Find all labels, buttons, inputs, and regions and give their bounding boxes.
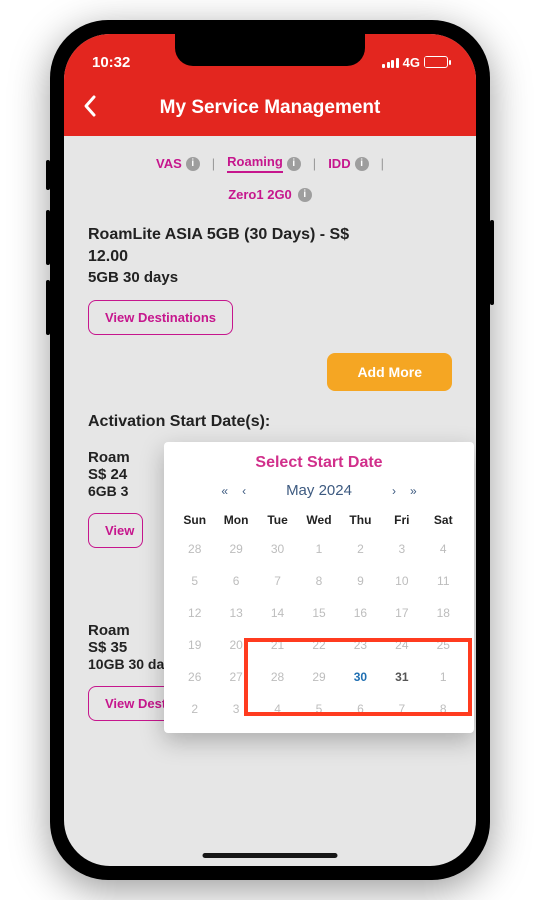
calendar-day[interactable]: 2 bbox=[174, 693, 215, 725]
calendar-day[interactable]: 29 bbox=[298, 661, 339, 693]
calendar-day[interactable]: 21 bbox=[257, 629, 298, 661]
tab-separator: | bbox=[381, 156, 384, 171]
calendar-last-button[interactable]: » bbox=[410, 484, 417, 498]
tab-separator: | bbox=[212, 156, 215, 171]
calendar-day[interactable]: 7 bbox=[257, 565, 298, 597]
side-button bbox=[46, 280, 50, 335]
calendar-dow: Thu bbox=[340, 507, 381, 533]
calendar-dow: Tue bbox=[257, 507, 298, 533]
calendar-day[interactable]: 30 bbox=[257, 533, 298, 565]
calendar-day[interactable]: 3 bbox=[215, 693, 256, 725]
calendar-day[interactable]: 16 bbox=[340, 597, 381, 629]
calendar-day[interactable]: 17 bbox=[381, 597, 422, 629]
side-button bbox=[46, 160, 50, 190]
calendar-month-label: May 2024 bbox=[260, 482, 378, 499]
calendar-dow: Sun bbox=[174, 507, 215, 533]
calendar-day[interactable]: 25 bbox=[423, 629, 464, 661]
tab-idd[interactable]: IDD i bbox=[328, 156, 368, 171]
calendar-day[interactable]: 26 bbox=[174, 661, 215, 693]
calendar-day[interactable]: 19 bbox=[174, 629, 215, 661]
calendar-day[interactable]: 8 bbox=[423, 693, 464, 725]
calendar-day[interactable]: 22 bbox=[298, 629, 339, 661]
calendar-day[interactable]: 14 bbox=[257, 597, 298, 629]
calendar-dow: Sat bbox=[423, 507, 464, 533]
product-title: RoamLite ASIA 5GB (30 Days) - S$ 12.00 bbox=[88, 224, 452, 267]
calendar-day[interactable]: 7 bbox=[381, 693, 422, 725]
status-right: 4G bbox=[382, 55, 448, 70]
view-destinations-button[interactable]: View bbox=[88, 513, 143, 548]
calendar-day[interactable]: 8 bbox=[298, 565, 339, 597]
add-more-button[interactable]: Add More bbox=[327, 353, 452, 391]
calendar-day[interactable]: 5 bbox=[298, 693, 339, 725]
calendar-day[interactable]: 20 bbox=[215, 629, 256, 661]
home-indicator bbox=[203, 853, 338, 858]
calendar-dow: Mon bbox=[215, 507, 256, 533]
page-title: My Service Management bbox=[64, 97, 476, 119]
info-icon[interactable]: i bbox=[355, 157, 369, 171]
calendar-nav: « ‹ May 2024 › » bbox=[174, 482, 464, 499]
notch bbox=[175, 34, 365, 66]
tab-bar: VAS i | Roaming i | IDD i | bbox=[88, 154, 452, 173]
tab-label: IDD bbox=[328, 156, 350, 171]
tab-vas[interactable]: VAS i bbox=[156, 156, 200, 171]
calendar-day[interactable]: 1 bbox=[298, 533, 339, 565]
calendar-day[interactable]: 30 bbox=[340, 661, 381, 693]
calendar-day[interactable]: 31 bbox=[381, 661, 422, 693]
calendar-grid: SunMonTueWedThuFriSat2829301234567891011… bbox=[174, 507, 464, 725]
calendar-dow: Wed bbox=[298, 507, 339, 533]
product-item: RoamLite ASIA 5GB (30 Days) - S$ 12.00 5… bbox=[88, 224, 452, 335]
section-heading: Activation Start Date(s): bbox=[88, 413, 452, 431]
calendar-day[interactable]: 1 bbox=[423, 661, 464, 693]
status-time: 10:32 bbox=[92, 54, 130, 71]
calendar-day[interactable]: 10 bbox=[381, 565, 422, 597]
calendar-day[interactable]: 24 bbox=[381, 629, 422, 661]
info-icon[interactable]: i bbox=[186, 157, 200, 171]
calendar-day[interactable]: 6 bbox=[215, 565, 256, 597]
app-header: My Service Management bbox=[64, 80, 476, 136]
calendar-day[interactable]: 6 bbox=[340, 693, 381, 725]
calendar-day[interactable]: 11 bbox=[423, 565, 464, 597]
calendar-day[interactable]: 12 bbox=[174, 597, 215, 629]
calendar-day[interactable]: 2 bbox=[340, 533, 381, 565]
calendar-next-button[interactable]: › bbox=[392, 484, 396, 498]
calendar-day[interactable]: 5 bbox=[174, 565, 215, 597]
date-picker-popover: Select Start Date « ‹ May 2024 › » SunMo… bbox=[164, 442, 474, 733]
calendar-day[interactable]: 4 bbox=[423, 533, 464, 565]
network-label: 4G bbox=[403, 55, 420, 70]
phone-frame: 10:32 4G My Service Management VAS i | bbox=[50, 20, 490, 880]
tab-label: VAS bbox=[156, 156, 182, 171]
calendar-prev-button[interactable]: ‹ bbox=[242, 484, 246, 498]
calendar-day[interactable]: 15 bbox=[298, 597, 339, 629]
calendar-day[interactable]: 13 bbox=[215, 597, 256, 629]
calendar-day[interactable]: 18 bbox=[423, 597, 464, 629]
calendar-day[interactable]: 29 bbox=[215, 533, 256, 565]
calendar-day[interactable]: 27 bbox=[215, 661, 256, 693]
signal-icon bbox=[382, 56, 399, 68]
subtab-label: Zero1 2G0 bbox=[228, 187, 292, 202]
tab-roaming[interactable]: Roaming i bbox=[227, 154, 301, 173]
side-button bbox=[490, 220, 494, 305]
content-area: VAS i | Roaming i | IDD i | Zero1 2G0 i bbox=[64, 136, 476, 866]
calendar-day[interactable]: 9 bbox=[340, 565, 381, 597]
tab-label: Roaming bbox=[227, 154, 283, 173]
side-button bbox=[46, 210, 50, 265]
calendar-first-button[interactable]: « bbox=[221, 484, 228, 498]
product-subtitle: 5GB 30 days bbox=[88, 269, 452, 286]
calendar-title: Select Start Date bbox=[174, 454, 464, 472]
calendar-day[interactable]: 28 bbox=[174, 533, 215, 565]
view-destinations-button[interactable]: View Destinations bbox=[88, 300, 233, 335]
calendar-day[interactable]: 23 bbox=[340, 629, 381, 661]
info-icon[interactable]: i bbox=[298, 188, 312, 202]
screen: 10:32 4G My Service Management VAS i | bbox=[64, 34, 476, 866]
tab-separator: | bbox=[313, 156, 316, 171]
sub-tab[interactable]: Zero1 2G0 i bbox=[88, 187, 452, 202]
battery-icon bbox=[424, 56, 448, 68]
calendar-day[interactable]: 28 bbox=[257, 661, 298, 693]
calendar-day[interactable]: 4 bbox=[257, 693, 298, 725]
info-icon[interactable]: i bbox=[287, 157, 301, 171]
calendar-dow: Fri bbox=[381, 507, 422, 533]
calendar-day[interactable]: 3 bbox=[381, 533, 422, 565]
